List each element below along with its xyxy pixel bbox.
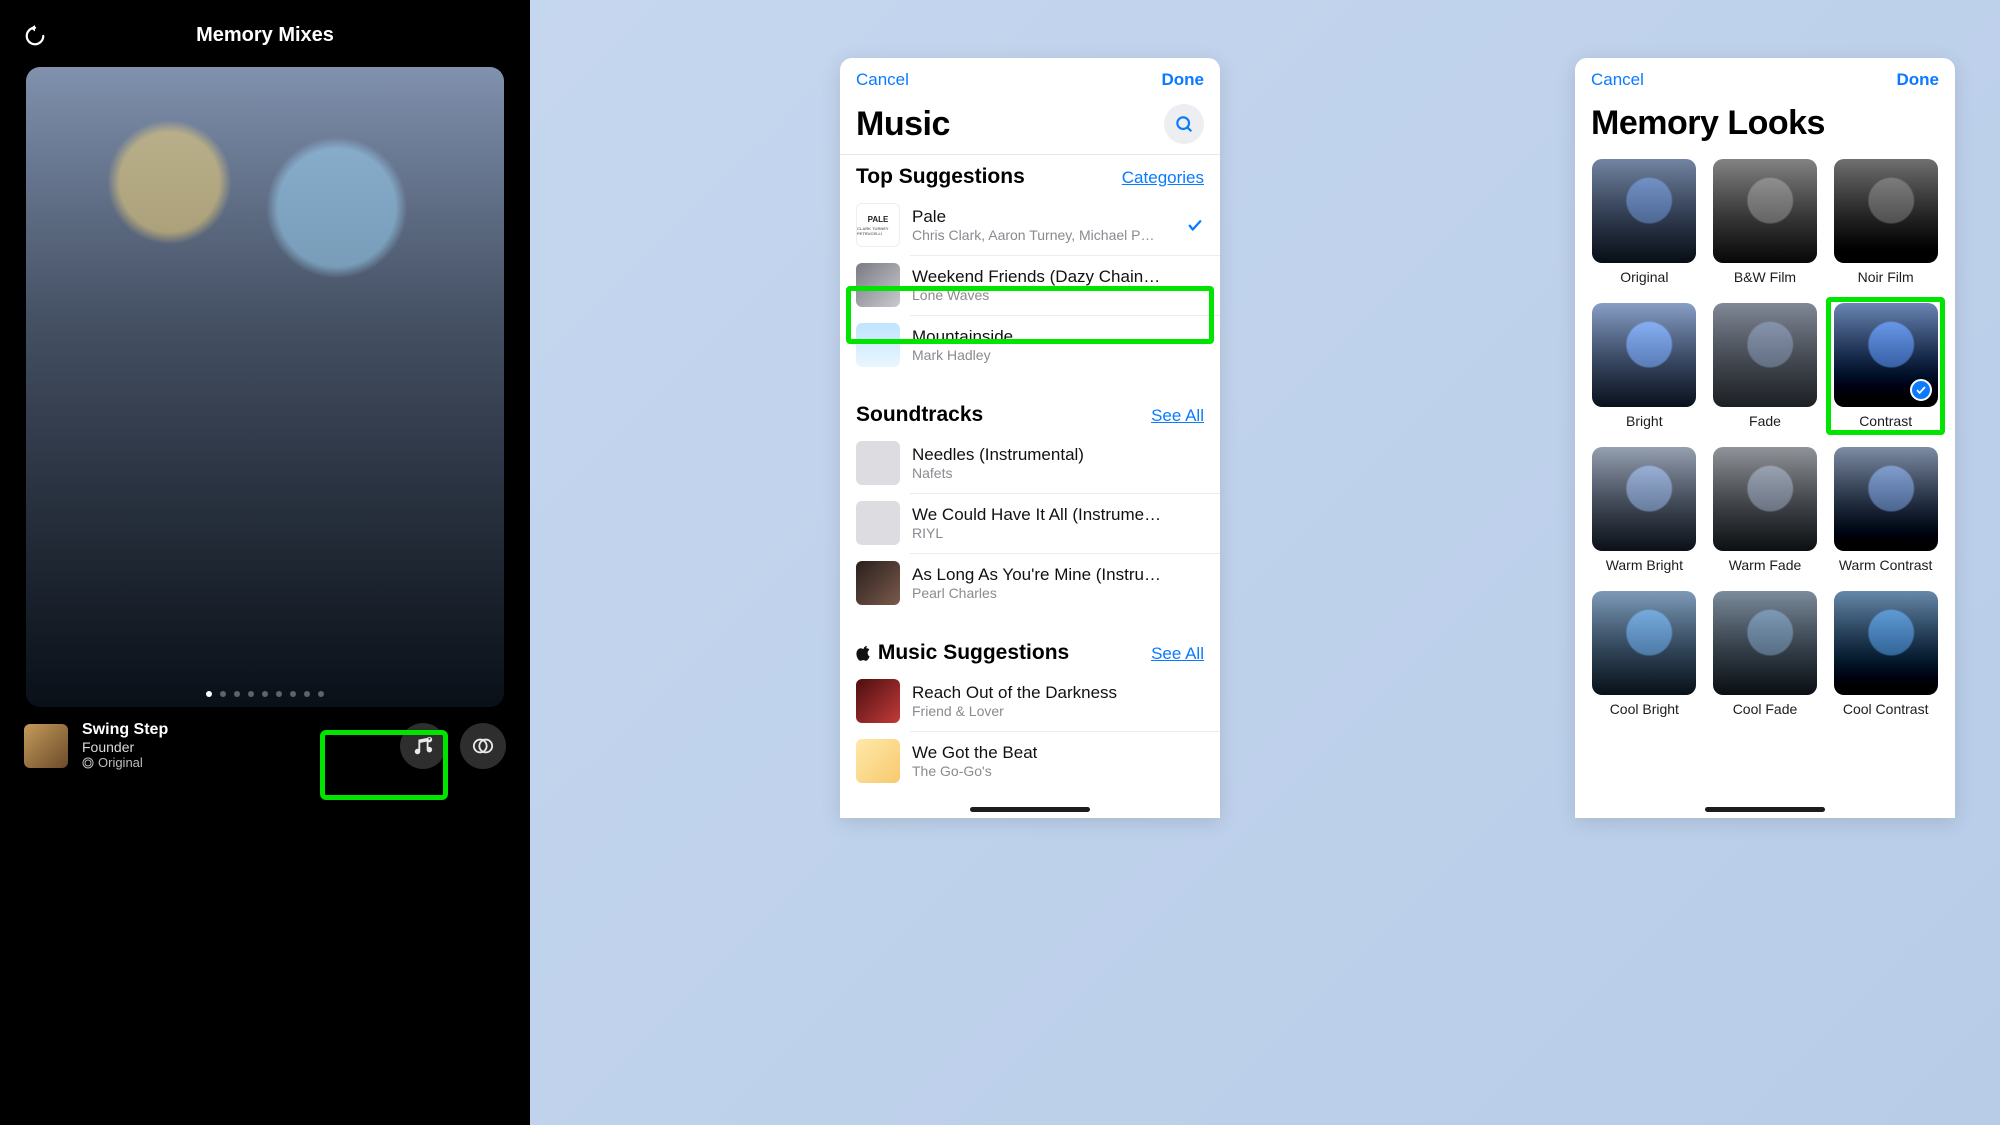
back-icon[interactable] bbox=[24, 23, 46, 49]
cancel-button[interactable]: Cancel bbox=[856, 70, 909, 90]
album-art: PALECLARK TURNEY PETRUCELLI bbox=[856, 203, 900, 247]
song-row[interactable]: Reach Out of the DarknessFriend & Lover bbox=[840, 671, 1220, 731]
section-apple-music: Music Suggestions bbox=[856, 641, 1069, 665]
looks-button[interactable] bbox=[460, 723, 506, 769]
look-label: Original bbox=[1620, 269, 1668, 285]
see-all-link[interactable]: See All bbox=[1151, 406, 1204, 426]
album-art bbox=[856, 441, 900, 485]
look-label: Cool Fade bbox=[1733, 701, 1798, 717]
look-label: Bright bbox=[1626, 413, 1663, 429]
song-artist: Mark Hadley bbox=[912, 347, 1013, 363]
apple-logo-icon bbox=[856, 645, 872, 661]
cancel-button[interactable]: Cancel bbox=[1591, 70, 1644, 90]
music-sheet: Cancel Done Music Top Suggestions Catego… bbox=[840, 58, 1220, 818]
look-thumb bbox=[1834, 159, 1938, 263]
look-tile-coolb[interactable]: Cool Bright bbox=[1591, 591, 1698, 717]
memory-preview[interactable] bbox=[26, 67, 504, 707]
look-label: Cool Bright bbox=[1610, 701, 1679, 717]
album-art bbox=[856, 263, 900, 307]
look-tile-warmc[interactable]: Warm Contrast bbox=[1832, 447, 1939, 573]
look-thumb bbox=[1713, 591, 1817, 695]
track-art bbox=[24, 724, 68, 768]
song-artist: Chris Clark, Aaron Turney, Michael Pe… bbox=[912, 227, 1162, 243]
done-button[interactable]: Done bbox=[1162, 70, 1205, 90]
memory-mixes-screen: Memory Mixes Swing Step Founder Original bbox=[0, 0, 530, 1125]
section-top-suggestions: Top Suggestions bbox=[856, 165, 1025, 189]
look-label: Noir Film bbox=[1858, 269, 1914, 285]
look-label: Fade bbox=[1749, 413, 1781, 429]
look-thumb bbox=[1834, 447, 1938, 551]
song-row[interactable]: We Could Have It All (Instrumen…RIYL bbox=[840, 493, 1220, 553]
look-tile-fade[interactable]: Fade bbox=[1712, 303, 1819, 429]
home-indicator[interactable] bbox=[970, 807, 1090, 812]
look-thumb bbox=[1592, 447, 1696, 551]
categories-link[interactable]: Categories bbox=[1122, 168, 1204, 188]
looks-screen-container: Cancel Done Memory Looks Original B&W Fil… bbox=[1530, 0, 2000, 1125]
look-tile-warmb[interactable]: Warm Bright bbox=[1591, 447, 1698, 573]
look-thumb bbox=[1713, 447, 1817, 551]
look-tile-contrast[interactable]: Contrast bbox=[1832, 303, 1939, 429]
song-row[interactable]: Weekend Friends (Dazy Chain R… Lone Wave… bbox=[840, 255, 1220, 315]
page-dots bbox=[26, 691, 504, 697]
look-tile-warmf[interactable]: Warm Fade bbox=[1712, 447, 1819, 573]
track-look: Original bbox=[82, 755, 168, 770]
sheet-title: Music bbox=[856, 105, 950, 144]
look-tile-coolf[interactable]: Cool Fade bbox=[1712, 591, 1819, 717]
song-row[interactable]: Needles (Instrumental)Nafets bbox=[840, 433, 1220, 493]
look-thumb bbox=[1592, 303, 1696, 407]
look-tile-coolc[interactable]: Cool Contrast bbox=[1832, 591, 1939, 717]
sheet-title: Memory Looks bbox=[1591, 104, 1825, 143]
look-thumb bbox=[1834, 591, 1938, 695]
search-button[interactable] bbox=[1164, 104, 1204, 144]
song-title: Weekend Friends (Dazy Chain R… bbox=[912, 267, 1162, 287]
track-artist: Founder bbox=[82, 739, 168, 755]
song-row[interactable]: PALECLARK TURNEY PETRUCELLI Pale Chris C… bbox=[840, 195, 1220, 255]
song-artist: Lone Waves bbox=[912, 287, 1162, 303]
look-label: Cool Contrast bbox=[1843, 701, 1929, 717]
track-title: Swing Step bbox=[82, 721, 168, 739]
selected-check-icon bbox=[1910, 379, 1932, 401]
music-screen-container: Cancel Done Music Top Suggestions Catego… bbox=[795, 0, 1265, 1125]
album-art bbox=[856, 739, 900, 783]
song-title: Pale bbox=[912, 207, 1162, 227]
looks-sheet: Cancel Done Memory Looks Original B&W Fil… bbox=[1575, 58, 1955, 818]
look-tile-original[interactable]: Original bbox=[1591, 159, 1698, 285]
album-art bbox=[856, 561, 900, 605]
album-art bbox=[856, 323, 900, 367]
look-thumb bbox=[1713, 159, 1817, 263]
look-label: Warm Fade bbox=[1729, 557, 1802, 573]
look-label: Warm Bright bbox=[1606, 557, 1683, 573]
album-art bbox=[856, 501, 900, 545]
look-label: Contrast bbox=[1859, 413, 1912, 429]
look-tile-noir[interactable]: Noir Film bbox=[1832, 159, 1939, 285]
look-thumb bbox=[1592, 159, 1696, 263]
looks-grid: Original B&W Film Noir Film Bright Fade Contr… bbox=[1575, 153, 1955, 733]
look-tile-bright[interactable]: Bright bbox=[1591, 303, 1698, 429]
look-label: Warm Contrast bbox=[1839, 557, 1933, 573]
look-thumb bbox=[1592, 591, 1696, 695]
look-tile-bw[interactable]: B&W Film bbox=[1712, 159, 1819, 285]
section-soundtracks: Soundtracks bbox=[856, 403, 983, 427]
home-indicator[interactable] bbox=[1705, 807, 1825, 812]
search-icon bbox=[1174, 114, 1194, 134]
song-row[interactable]: As Long As You're Mine (Instru…Pearl Cha… bbox=[840, 553, 1220, 613]
now-playing-bar: Swing Step Founder Original bbox=[0, 707, 530, 770]
album-art bbox=[856, 679, 900, 723]
song-title: Mountainside bbox=[912, 327, 1013, 347]
look-label: B&W Film bbox=[1734, 269, 1796, 285]
see-all-link[interactable]: See All bbox=[1151, 644, 1204, 664]
look-thumb bbox=[1713, 303, 1817, 407]
done-button[interactable]: Done bbox=[1897, 70, 1940, 90]
look-thumb bbox=[1834, 303, 1938, 407]
song-row[interactable]: Mountainside Mark Hadley bbox=[840, 315, 1220, 375]
checkmark-icon bbox=[1186, 216, 1204, 234]
music-button[interactable] bbox=[400, 723, 446, 769]
song-row[interactable]: We Got the BeatThe Go-Go's bbox=[840, 731, 1220, 791]
page-title: Memory Mixes bbox=[196, 24, 334, 47]
